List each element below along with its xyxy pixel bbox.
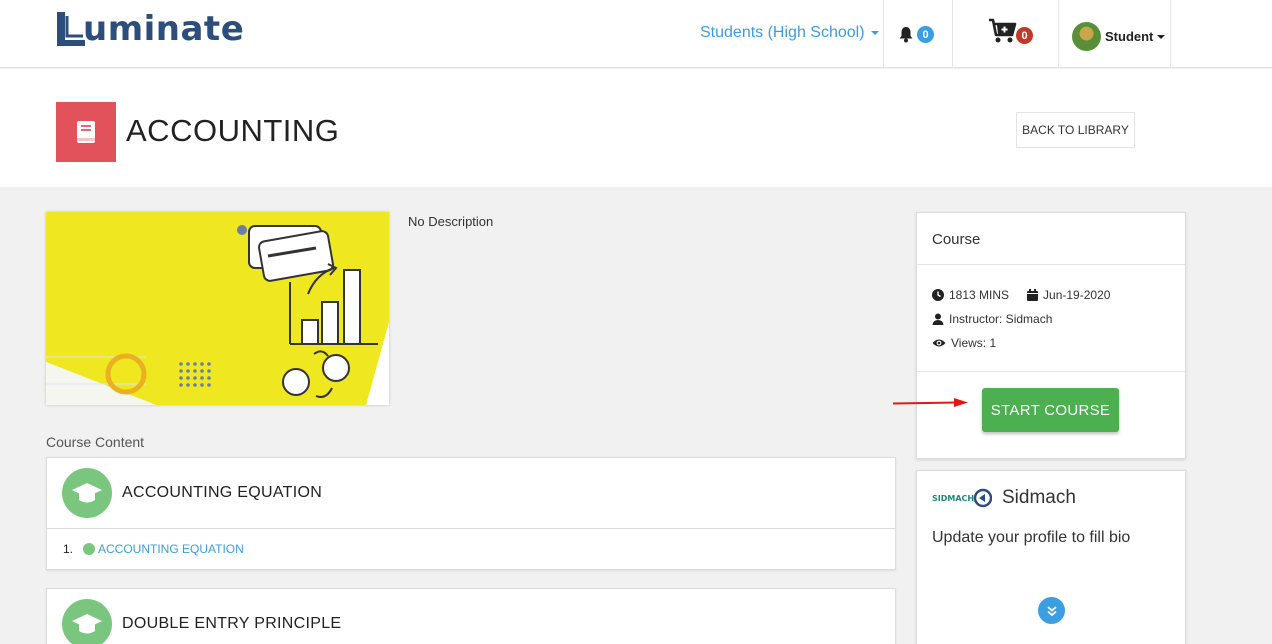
chevron-down-icon [1157, 34, 1166, 39]
bell-icon [899, 27, 913, 43]
course-date: Jun-19-2020 [1043, 288, 1111, 302]
cart-icon [989, 18, 1017, 43]
module-header[interactable]: ACCOUNTING EQUATION [47, 458, 895, 528]
cart-count-badge: 0 [1016, 27, 1033, 44]
module-title: DOUBLE ENTRY PRINCIPLE [122, 615, 342, 632]
luminate-logo[interactable]: uminate [55, 8, 244, 50]
course-duration: 1813 MINS [949, 288, 1010, 302]
course-views: Views: 1 [951, 336, 997, 350]
logo-l-mark-icon [55, 10, 85, 48]
clock-icon [932, 289, 944, 301]
course-card-heading: Course [917, 213, 1185, 265]
course-info-card: Course 1813 MINS Jun-19-2020 Instructor:… [916, 212, 1186, 459]
svg-text:SIDMACH: SIDMACH [932, 494, 974, 503]
chevron-down-icon [870, 31, 879, 35]
expand-bio-button[interactable] [1038, 597, 1065, 624]
course-meta: 1813 MINS Jun-19-2020 Instructor: Sidmac… [917, 265, 1185, 372]
page-title: ACCOUNTING [126, 113, 340, 148]
module-title: ACCOUNTING EQUATION [122, 484, 323, 501]
cart-button[interactable]: 0 [988, 18, 1033, 44]
calendar-icon [1027, 289, 1039, 301]
back-to-library-button[interactable]: BACK TO LIBRARY [1016, 112, 1135, 148]
nav-divider [952, 0, 953, 68]
user-menu[interactable]: Student [1072, 22, 1166, 51]
lesson-link[interactable]: ACCOUNTING EQUATION [98, 542, 244, 556]
notifications-count-badge: 0 [917, 26, 934, 43]
nav-divider [1058, 0, 1059, 68]
annotation-arrow-icon [892, 398, 968, 407]
lesson-status-dot [83, 543, 96, 555]
top-navbar: uminate Students (High School) 0 0 Stude… [0, 0, 1272, 68]
nav-divider [883, 0, 884, 68]
module-header[interactable]: DOUBLE ENTRY PRINCIPLE [47, 589, 895, 644]
instructor-bio: Update your profile to fill bio [932, 529, 1131, 546]
role-dropdown[interactable]: Students (High School) [700, 24, 879, 42]
notifications-button[interactable]: 0 [898, 26, 934, 43]
course-instructor: Instructor: Sidmach [949, 312, 1053, 326]
user-menu-label: Student [1105, 29, 1154, 44]
module-card: DOUBLE ENTRY PRINCIPLE [46, 588, 896, 644]
avatar [1072, 22, 1101, 51]
course-content-heading: Course Content [46, 434, 145, 450]
start-course-button[interactable]: START COURSE [982, 388, 1119, 432]
instructor-bio-card: SIDMACH Sidmach Update your profile to f… [916, 470, 1186, 644]
course-badge [56, 102, 116, 162]
sidmach-logo-icon: SIDMACH [932, 488, 992, 508]
instructor-name: Sidmach [1002, 487, 1076, 508]
nav-divider [1170, 0, 1171, 68]
role-dropdown-label: Students (High School) [700, 24, 865, 41]
course-title-band: ACCOUNTING BACK TO LIBRARY [0, 69, 1272, 187]
course-thumbnail [46, 212, 389, 405]
module-card: ACCOUNTING EQUATION 1. ACCOUNTING EQUATI… [46, 457, 896, 570]
lesson-number: 1. [63, 542, 74, 556]
book-icon [77, 121, 95, 143]
graduation-cap-icon [62, 468, 112, 518]
lesson-row: 1. ACCOUNTING EQUATION [47, 528, 895, 569]
chevron-double-down-icon [1046, 605, 1057, 616]
user-icon [932, 313, 944, 325]
logo-text: uminate [83, 9, 245, 49]
bio-header: SIDMACH Sidmach [917, 471, 1185, 509]
course-description: No Description [408, 214, 494, 229]
graduation-cap-icon [62, 599, 112, 644]
course-card-footer: START COURSE [917, 372, 1185, 458]
eye-icon [932, 339, 946, 347]
